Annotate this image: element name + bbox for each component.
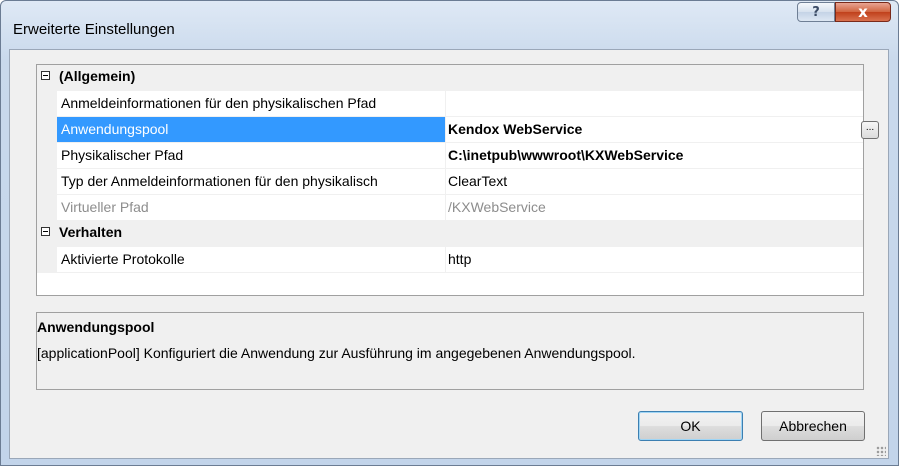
property-row[interactable]: Virtueller Pfad /KXWebService (37, 195, 863, 221)
row-gutter (37, 91, 57, 116)
property-row[interactable]: Physikalischer Pfad C:\inetpub\wwwroot\K… (37, 143, 863, 169)
property-row-selected[interactable]: Anwendungspool Kendox WebService ... (37, 117, 879, 143)
description-text: [applicationPool] Konfiguriert die Anwen… (37, 345, 636, 361)
window-title: Erweiterte Einstellungen (13, 21, 175, 38)
description-title: Anwendungspool (37, 319, 155, 335)
close-icon: x (858, 3, 868, 21)
property-name[interactable]: Aktivierte Protokolle (57, 247, 446, 272)
dialog-client-area: (Allgemein) Anmeldeinformationen für den… (9, 49, 889, 459)
ok-button[interactable]: OK (638, 411, 743, 441)
property-value[interactable]: C:\inetpub\wwwroot\KXWebService (447, 143, 852, 168)
property-row[interactable]: Anmeldeinformationen für den physikalisc… (37, 91, 863, 117)
property-value[interactable]: /KXWebService (447, 195, 852, 220)
property-value[interactable]: http (447, 247, 852, 272)
dialog-window: Erweiterte Einstellungen ? x (Allgemein)… (0, 0, 899, 466)
cancel-button[interactable]: Abbrechen (761, 411, 865, 441)
category-label: (Allgemein) (59, 68, 136, 84)
property-value[interactable]: ClearText (447, 169, 852, 194)
row-gutter (37, 143, 57, 168)
category-row-allgemein[interactable]: (Allgemein) (37, 65, 863, 91)
title-bar[interactable]: Erweiterte Einstellungen ? x (1, 1, 898, 49)
resize-grip-icon[interactable] (876, 446, 886, 456)
row-gutter (37, 117, 57, 142)
property-name[interactable]: Virtueller Pfad (57, 195, 446, 220)
row-gutter (37, 195, 57, 220)
description-panel: Anwendungspool [applicationPool] Konfigu… (36, 312, 864, 390)
property-value[interactable]: Kendox WebService (447, 117, 852, 142)
property-name[interactable]: Typ der Anmeldeinformationen für den phy… (57, 169, 446, 194)
property-row[interactable]: Typ der Anmeldeinformationen für den phy… (37, 169, 863, 195)
property-grid[interactable]: (Allgemein) Anmeldeinformationen für den… (36, 64, 879, 296)
property-name[interactable]: Anwendungspool (57, 117, 446, 142)
collapse-icon[interactable] (41, 71, 50, 80)
category-label: Verhalten (59, 224, 123, 240)
row-gutter (37, 169, 57, 194)
close-button[interactable]: x (835, 2, 891, 22)
browse-button[interactable]: ... (861, 121, 879, 139)
property-value[interactable] (447, 91, 852, 116)
help-icon: ? (812, 4, 820, 20)
property-row[interactable]: Aktivierte Protokolle http (37, 247, 863, 273)
property-name[interactable]: Anmeldeinformationen für den physikalisc… (57, 91, 446, 116)
category-row-verhalten[interactable]: Verhalten (37, 221, 863, 247)
help-button[interactable]: ? (797, 2, 835, 22)
row-gutter (37, 247, 57, 272)
property-name[interactable]: Physikalischer Pfad (57, 143, 446, 168)
collapse-icon[interactable] (41, 227, 50, 236)
